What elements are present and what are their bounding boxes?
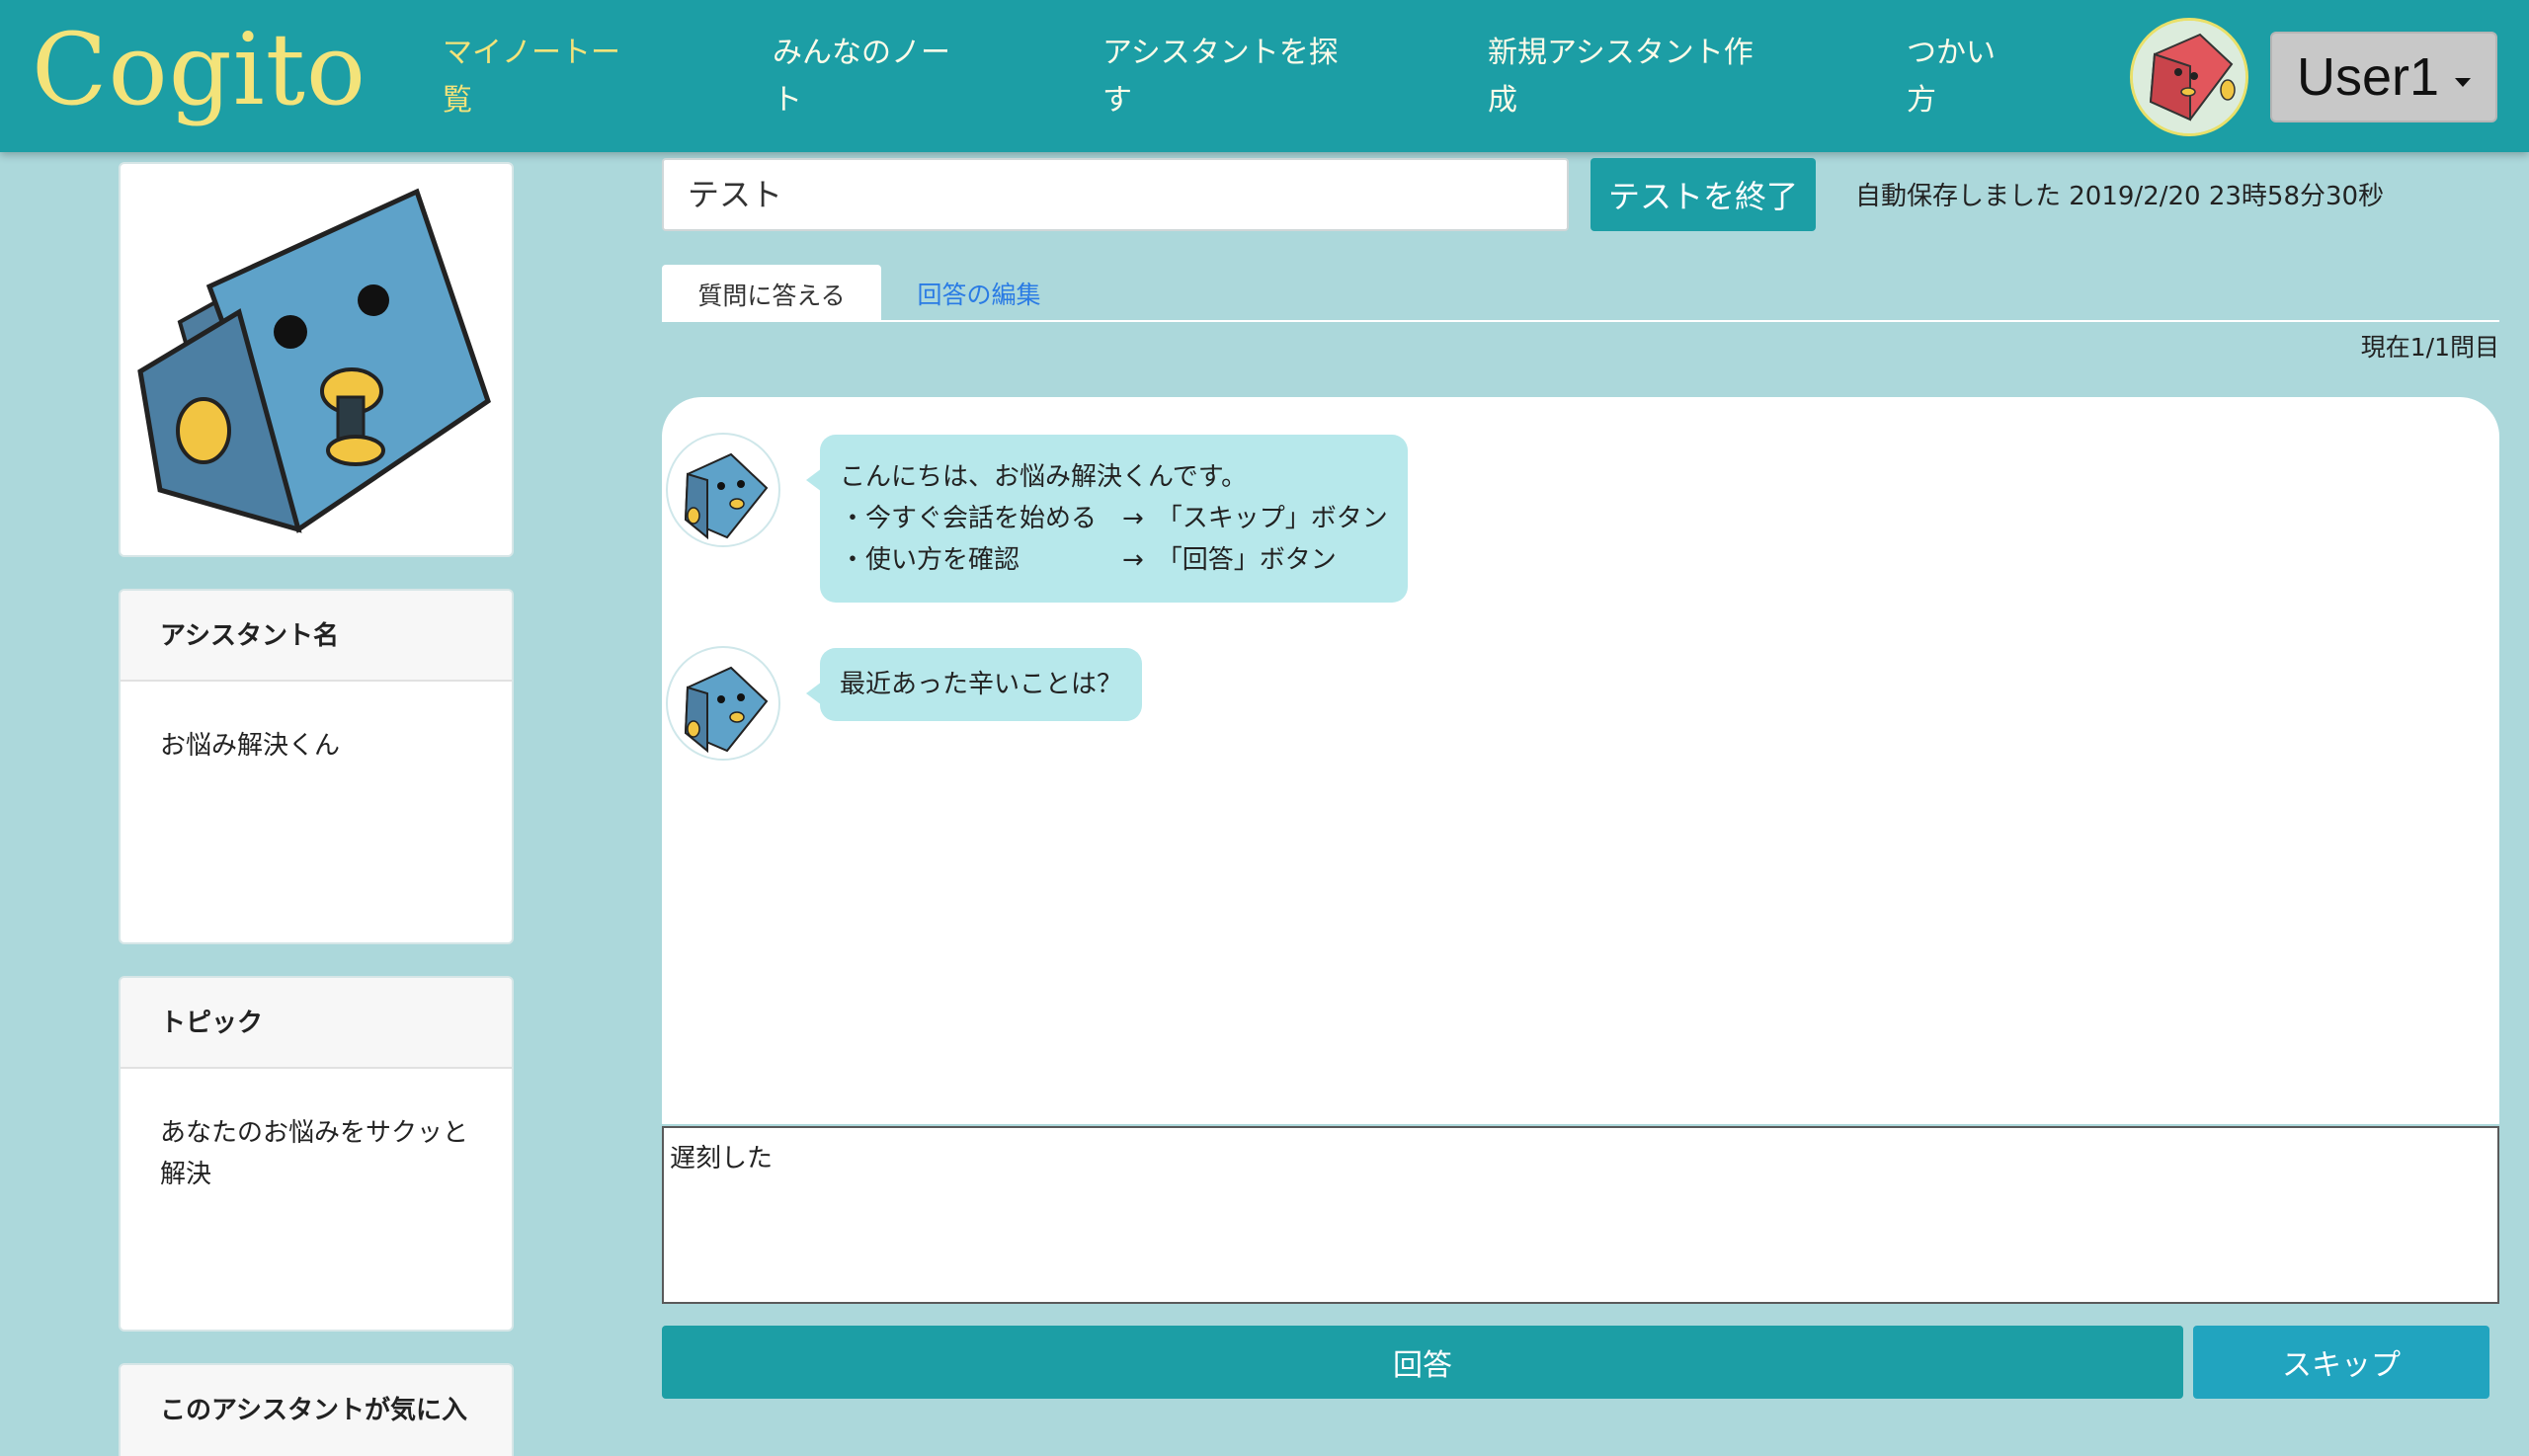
chat-area: こんにちは、お悩み解決くんです。 ・今すぐ会話を始める → 「スキップ」ボタン … bbox=[662, 397, 2499, 1124]
chevron-down-icon bbox=[2455, 77, 2472, 87]
assistant-name-card: アシスタント名 お悩み解決くん bbox=[119, 589, 514, 944]
blue-cube-character-icon bbox=[684, 452, 769, 540]
assistant-name-value: お悩み解決くん bbox=[160, 731, 341, 761]
favorite-header: このアシスタントが気に入 bbox=[121, 1365, 512, 1456]
tab-answer-questions[interactable]: 質問に答える bbox=[662, 265, 881, 322]
red-cube-character-icon bbox=[2133, 21, 2245, 133]
user-name: User1 bbox=[2296, 47, 2440, 107]
nav-how-to-use[interactable]: つかい 方 bbox=[1907, 30, 1996, 124]
question-progress: 現在1/1問目 bbox=[2360, 333, 2499, 362]
bot-message-bubble: 最近あった辛いことは？ bbox=[805, 648, 1143, 721]
end-test-button[interactable]: テストを終了 bbox=[1591, 158, 1816, 231]
bot-avatar bbox=[666, 646, 780, 761]
tab-edit-answers[interactable]: 回答の編集 bbox=[915, 265, 1043, 322]
bot-message-bubble: こんにちは、お悩み解決くんです。 ・今すぐ会話を始める → 「スキップ」ボタン … bbox=[806, 435, 1408, 603]
answer-textarea[interactable]: 遅刻した bbox=[662, 1126, 2499, 1304]
topic-card: トピック あなたのお悩みをサクッと 解決 bbox=[119, 976, 514, 1332]
nav-everyone-notes[interactable]: みんなのノー ト bbox=[773, 30, 950, 124]
topic-header: トピック bbox=[121, 978, 512, 1069]
assistant-name-header: アシスタント名 bbox=[121, 591, 512, 682]
user-avatar[interactable] bbox=[2130, 18, 2248, 136]
brand-logo[interactable]: Cogito bbox=[32, 12, 367, 127]
favorite-card: このアシスタントが気に入 bbox=[119, 1363, 514, 1456]
skip-button[interactable]: スキップ bbox=[2193, 1326, 2489, 1399]
assistant-character-image bbox=[137, 188, 491, 533]
blue-cube-character-icon bbox=[684, 666, 769, 754]
note-title-input[interactable]: テスト bbox=[662, 158, 1569, 231]
top-navbar: Cogito マイノートー 覧 みんなのノー ト アシスタントを探 す 新規アシ… bbox=[0, 0, 2529, 152]
autosave-status: 自動保存しました 2019/2/20 23時58分30秒 bbox=[1855, 182, 2385, 211]
nav-new-assistant[interactable]: 新規アシスタント作 成 bbox=[1488, 30, 1754, 124]
nav-my-notes[interactable]: マイノートー 覧 bbox=[443, 30, 620, 124]
user-menu-button[interactable]: User1 bbox=[2270, 32, 2497, 122]
topic-value: あなたのお悩みをサクッと 解決 bbox=[160, 1118, 469, 1189]
bot-avatar bbox=[666, 433, 780, 547]
assistant-image-card bbox=[119, 162, 514, 557]
nav-find-assistant[interactable]: アシスタントを探 す bbox=[1102, 30, 1339, 124]
answer-button[interactable]: 回答 bbox=[662, 1326, 2183, 1399]
